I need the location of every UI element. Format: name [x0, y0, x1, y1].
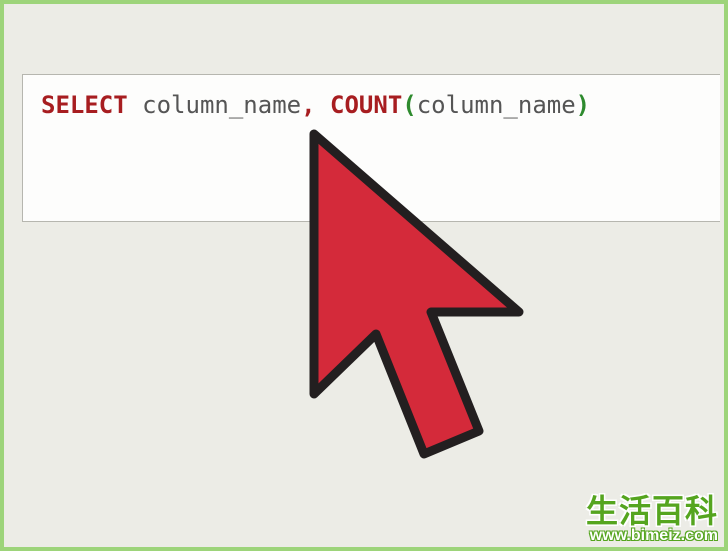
code-token: [128, 91, 142, 119]
watermark: 生活百科 www.bimeiz.com: [586, 495, 718, 545]
code-token: (: [402, 91, 416, 119]
code-token: COUNT: [330, 91, 402, 119]
code-token: SELECT: [41, 91, 128, 119]
watermark-brand: 生活百科: [586, 495, 718, 529]
watermark-url: www.bimeiz.com: [586, 528, 718, 545]
code-token: column_name: [417, 91, 576, 119]
code-line: SELECT column_name, COUNT(column_name): [41, 91, 590, 119]
code-token: [316, 91, 330, 119]
code-token: ): [576, 91, 590, 119]
code-token: column_name: [142, 91, 301, 119]
code-token: ,: [301, 91, 315, 119]
illustration-canvas: SELECT column_name, COUNT(column_name) 生…: [0, 0, 728, 551]
sql-code-box: SELECT column_name, COUNT(column_name): [22, 74, 720, 222]
